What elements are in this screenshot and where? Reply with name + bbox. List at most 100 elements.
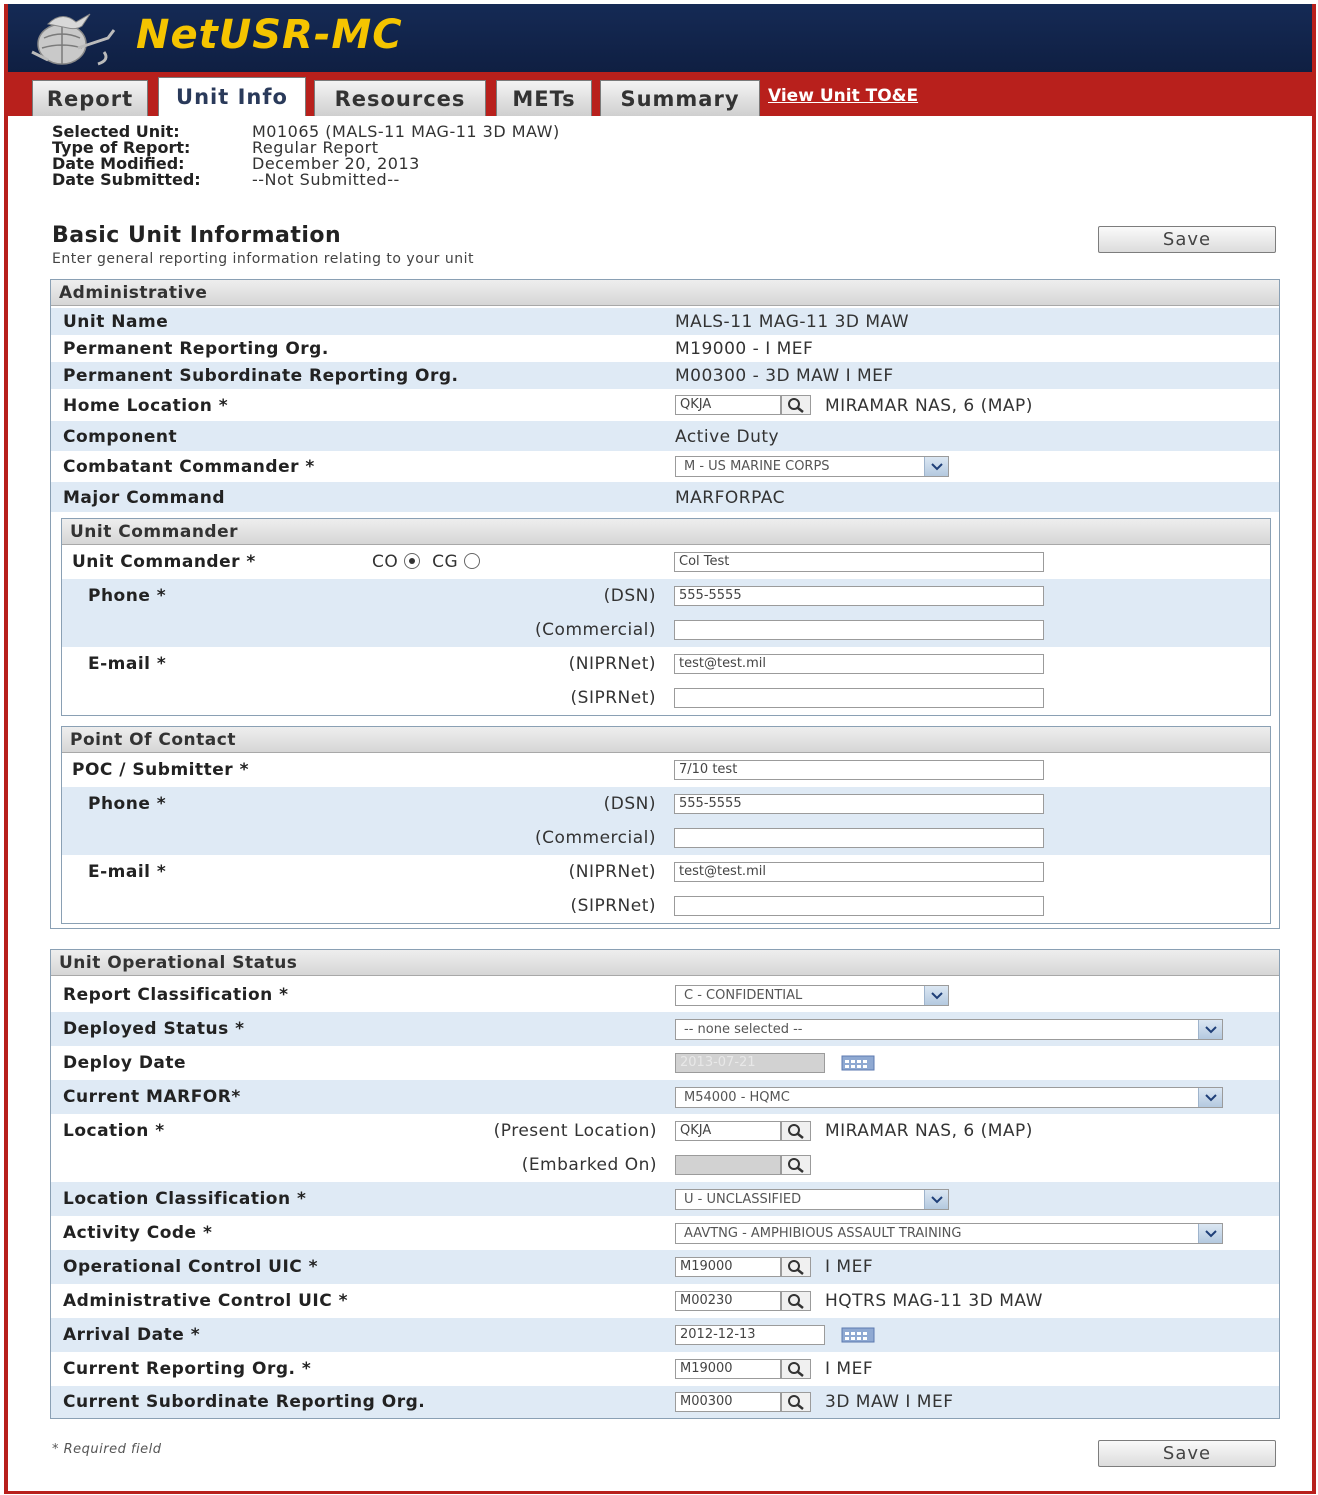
opcon-search-icon[interactable] xyxy=(781,1257,811,1277)
commander-dsn-label: (DSN) xyxy=(603,586,656,606)
cur-org-input[interactable]: M19000 xyxy=(675,1359,781,1379)
present-location-row: Location * (Present Location) QKJA MIRAM… xyxy=(51,1114,1279,1148)
tab-unit-info[interactable]: Unit Info xyxy=(158,77,306,116)
perm-sub-org-value: M00300 - 3D MAW I MEF xyxy=(675,366,894,386)
point-of-contact-panel: Point Of Contact POC / Submitter * 7/10 … xyxy=(61,726,1271,924)
opcon-input[interactable]: M19000 xyxy=(675,1257,781,1277)
home-location-search-icon[interactable] xyxy=(781,395,811,415)
unit-name-row: Unit Name MALS-11 MAG-11 3D MAW xyxy=(51,308,1279,335)
adcon-label: Administrative Control UIC * xyxy=(63,1291,348,1311)
commander-commercial-label: (Commercial) xyxy=(535,620,656,640)
poc-phone-label: Phone * xyxy=(88,794,167,814)
commander-dsn-row: Phone * (DSN) 555-5555 xyxy=(62,579,1270,613)
embarked-input[interactable] xyxy=(675,1155,781,1175)
cg-radio[interactable] xyxy=(464,553,481,569)
home-location-row: Home Location * QKJA MIRAMAR NAS, 6 (MAP… xyxy=(51,389,1279,421)
report-class-row: Report Classification * C - CONFIDENTIAL xyxy=(51,978,1279,1012)
commander-nipr-label: (NIPRNet) xyxy=(568,654,656,674)
adcon-name: HQTRS MAG-11 3D MAW xyxy=(825,1291,1043,1311)
eagle-globe-anchor-emblem-icon xyxy=(31,13,116,66)
commander-nipr-input[interactable]: test@test.mil xyxy=(674,654,1044,674)
commander-email-label: E-mail * xyxy=(88,654,167,674)
unit-name-value: MALS-11 MAG-11 3D MAW xyxy=(675,312,910,332)
poc-name-row: POC / Submitter * 7/10 test xyxy=(62,753,1270,787)
deploy-date-label: Deploy Date xyxy=(63,1053,187,1073)
chevron-down-icon xyxy=(924,1190,948,1209)
opcon-name: I MEF xyxy=(825,1257,874,1277)
deployed-selected-value: -- none selected -- xyxy=(684,1022,803,1037)
date-submitted-value: --Not Submitted-- xyxy=(252,170,400,189)
poc-nipr-row: E-mail * (NIPRNet) test@test.mil xyxy=(62,855,1270,889)
combatant-select[interactable]: M - US MARINE CORPS xyxy=(675,456,949,477)
commander-commercial-input[interactable] xyxy=(674,620,1044,640)
tab-resources[interactable]: Resources xyxy=(314,80,486,116)
perm-sub-org-label: Permanent Subordinate Reporting Org. xyxy=(63,366,459,386)
chevron-down-icon xyxy=(1198,1224,1222,1243)
loc-class-selected-value: U - UNCLASSIFIED xyxy=(684,1192,802,1207)
app-title: NetUSR-MC xyxy=(136,12,403,58)
report-class-select[interactable]: C - CONFIDENTIAL xyxy=(675,985,949,1006)
administrative-panel: Administrative Unit Name MALS-11 MAG-11 … xyxy=(50,279,1280,929)
cur-sub-input[interactable]: M00300 xyxy=(675,1392,781,1412)
commander-phone-label: Phone * xyxy=(88,586,167,606)
poc-nipr-input[interactable]: test@test.mil xyxy=(674,862,1044,882)
deploy-date-input[interactable]: 2013-07-21 xyxy=(675,1053,825,1073)
calendar-icon[interactable] xyxy=(841,1055,875,1071)
calendar-icon[interactable] xyxy=(841,1327,875,1343)
perm-org-row: Permanent Reporting Org. M19000 - I MEF xyxy=(51,335,1279,362)
commander-type-radios: CO CG xyxy=(372,552,481,572)
save-button-top[interactable]: Save xyxy=(1098,226,1276,253)
save-button-bottom[interactable]: Save xyxy=(1098,1440,1276,1467)
perm-org-label: Permanent Reporting Org. xyxy=(63,339,329,359)
poc-commercial-label: (Commercial) xyxy=(535,828,656,848)
embarked-row: (Embarked On) xyxy=(51,1148,1279,1182)
embarked-label: (Embarked On) xyxy=(521,1155,657,1175)
deployed-select[interactable]: -- none selected -- xyxy=(675,1019,1223,1040)
commander-name-input[interactable]: Col Test xyxy=(674,552,1044,572)
cur-sub-row: Current Subordinate Reporting Org. M0030… xyxy=(51,1386,1279,1418)
major-command-label: Major Command xyxy=(63,488,226,508)
page-subtitle: Enter general reporting information rela… xyxy=(52,251,474,267)
arrival-date-input[interactable]: 2012-12-13 xyxy=(675,1325,825,1345)
report-class-label: Report Classification * xyxy=(63,985,289,1005)
present-location-input[interactable]: QKJA xyxy=(675,1121,781,1141)
operational-status-panel: Unit Operational Status Report Classific… xyxy=(50,949,1280,1419)
cur-org-label: Current Reporting Org. * xyxy=(63,1359,312,1379)
major-command-row: Major Command MARFORPAC xyxy=(51,482,1279,512)
poc-nipr-label: (NIPRNet) xyxy=(568,862,656,882)
deployed-label: Deployed Status * xyxy=(63,1019,245,1039)
poc-commercial-input[interactable] xyxy=(674,828,1044,848)
loc-class-row: Location Classification * U - UNCLASSIFI… xyxy=(51,1182,1279,1216)
unit-commander-panel: Unit Commander Unit Commander * CO CG Co… xyxy=(61,518,1271,716)
cur-sub-search-icon[interactable] xyxy=(781,1392,811,1412)
present-location-search-icon[interactable] xyxy=(781,1121,811,1141)
commander-dsn-input[interactable]: 555-5555 xyxy=(674,586,1044,606)
present-location-name: MIRAMAR NAS, 6 (MAP) xyxy=(825,1121,1033,1141)
unit-name-label: Unit Name xyxy=(63,312,169,332)
commander-sipr-input[interactable] xyxy=(674,688,1044,708)
view-unit-toe-link[interactable]: View Unit TO&E xyxy=(768,86,918,106)
poc-sipr-input[interactable] xyxy=(674,896,1044,916)
opcon-row: Operational Control UIC * M19000 I MEF xyxy=(51,1250,1279,1284)
loc-class-label: Location Classification * xyxy=(63,1189,307,1209)
cur-org-search-icon[interactable] xyxy=(781,1359,811,1379)
tab-bar: Report Unit Info Resources METs Summary … xyxy=(8,72,1312,116)
activity-select[interactable]: AAVTNG - AMPHIBIOUS ASSAULT TRAINING xyxy=(675,1223,1223,1244)
home-location-input[interactable]: QKJA xyxy=(675,395,781,415)
tab-summary[interactable]: Summary xyxy=(600,80,760,116)
embarked-search-icon[interactable] xyxy=(781,1155,811,1175)
adcon-input[interactable]: M00230 xyxy=(675,1291,781,1311)
combatant-label: Combatant Commander * xyxy=(63,457,315,477)
home-location-name: MIRAMAR NAS, 6 (MAP) xyxy=(825,396,1033,416)
deploy-date-row: Deploy Date 2013-07-21 xyxy=(51,1046,1279,1080)
loc-class-select[interactable]: U - UNCLASSIFIED xyxy=(675,1189,949,1210)
activity-selected-value: AAVTNG - AMPHIBIOUS ASSAULT TRAINING xyxy=(684,1226,962,1241)
adcon-search-icon[interactable] xyxy=(781,1291,811,1311)
tab-mets[interactable]: METs xyxy=(496,80,592,116)
poc-name-input[interactable]: 7/10 test xyxy=(674,760,1044,780)
tab-report[interactable]: Report xyxy=(32,80,148,116)
home-location-label: Home Location * xyxy=(63,396,229,416)
marfor-select[interactable]: M54000 - HQMC xyxy=(675,1087,1223,1108)
co-radio[interactable] xyxy=(404,553,421,569)
poc-dsn-input[interactable]: 555-5555 xyxy=(674,794,1044,814)
